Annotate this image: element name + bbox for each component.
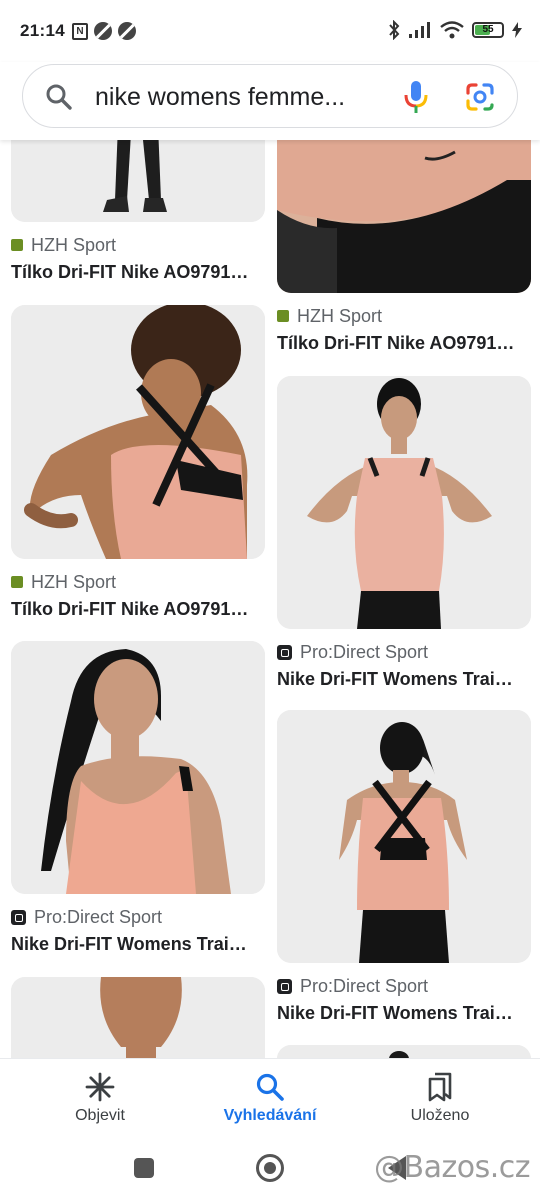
pro-direct-favicon [11, 909, 26, 925]
result-thumbnail[interactable] [277, 140, 531, 293]
result-title[interactable]: Nike Dri-FIT Womens Trai… [277, 669, 531, 690]
wifi-icon [440, 21, 464, 39]
result-title[interactable]: Tílko Dri-FIT Nike AO9791… [11, 599, 265, 620]
result-title[interactable]: Nike Dri-FIT Womens Trai… [277, 1003, 531, 1024]
bottom-nav: Objevit Vyhledávání Uloženo [0, 1058, 540, 1138]
result-title[interactable]: Tílko Dri-FIT Nike AO9791… [11, 262, 265, 283]
hzh-favicon [11, 239, 23, 251]
result-source: Pro:Direct Sport [11, 906, 265, 928]
dnd-icon [118, 22, 136, 40]
nav-label: Uloženo [410, 1107, 470, 1124]
product-image [11, 140, 265, 222]
source-name: HZH Sport [31, 234, 117, 255]
search-input[interactable]: nike womens femme... [95, 83, 395, 112]
nav-search[interactable]: Vyhledávání [180, 1059, 360, 1139]
system-nav-bar: @Bazos.cz [0, 1138, 540, 1200]
result-source: Pro:Direct Sport [277, 975, 531, 997]
pro-direct-favicon [277, 978, 292, 994]
result-thumbnail[interactable] [277, 710, 531, 963]
status-notification-icons: N [72, 22, 136, 40]
result-source: HZH Sport [11, 234, 265, 256]
result-card[interactable]: HZH Sport Tílko Dri-FIT Nike AO9791… [11, 305, 265, 620]
result-thumbnail[interactable] [11, 977, 265, 1058]
result-thumbnail[interactable] [11, 305, 265, 559]
result-thumbnail[interactable] [11, 140, 265, 222]
google-lens-icon[interactable] [465, 82, 495, 112]
source-name: HZH Sport [297, 305, 383, 326]
nav-label: Objevit [75, 1107, 125, 1124]
nfc-icon: N [72, 22, 88, 40]
watermark: @Bazos.cz [374, 1150, 530, 1185]
nav-saved[interactable]: Uloženo [350, 1059, 530, 1139]
product-image [277, 140, 531, 293]
result-thumbnail[interactable] [277, 376, 531, 629]
product-image [277, 710, 531, 963]
result-title[interactable]: Nike Dri-FIT Womens Trai… [11, 934, 265, 955]
search-header: nike womens femme... [0, 62, 540, 140]
result-source: HZH Sport [277, 305, 531, 327]
result-card[interactable]: Pro:Direct Sport Nike Dri-FIT Womens Tra… [11, 641, 265, 955]
source-name: Pro:Direct Sport [300, 641, 429, 662]
status-system-icons: 55 [388, 20, 522, 40]
result-card[interactable] [277, 1045, 531, 1058]
product-image [11, 305, 265, 559]
bluetooth-icon [389, 20, 400, 40]
asterisk-icon [85, 1072, 115, 1102]
search-bar[interactable]: nike womens femme... [22, 64, 518, 128]
result-card[interactable]: Pro:Direct Sport Nike Dri-FIT Womens Tra… [277, 376, 531, 690]
result-title[interactable]: Tílko Dri-FIT Nike AO9791… [277, 333, 531, 354]
mic-icon[interactable] [401, 80, 431, 114]
dnd-icon [94, 22, 112, 40]
result-thumbnail[interactable] [277, 1045, 531, 1058]
result-card[interactable]: HZH Sport Tílko Dri-FIT Nike AO9791… [11, 140, 265, 283]
source-name: Pro:Direct Sport [34, 906, 163, 927]
battery-icon: 55 [472, 22, 504, 38]
home-button[interactable] [256, 1154, 284, 1182]
result-card[interactable]: HZH Sport Tílko Dri-FIT Nike AO9791… [277, 140, 531, 354]
status-time: 21:14 [20, 21, 65, 40]
charging-icon [512, 22, 522, 38]
hzh-favicon [11, 576, 23, 588]
source-name: Pro:Direct Sport [300, 975, 429, 996]
product-image [277, 376, 531, 629]
battery-level: 55 [482, 24, 494, 35]
product-image [11, 641, 265, 894]
status-bar: 21:14 N 55 [0, 0, 540, 62]
product-image [11, 977, 265, 1058]
product-image [277, 1045, 531, 1058]
signal-icon [409, 22, 430, 38]
result-card[interactable] [11, 977, 265, 1058]
result-source: HZH Sport [11, 571, 265, 593]
result-source: Pro:Direct Sport [277, 641, 531, 663]
search-icon[interactable] [45, 83, 73, 111]
hzh-favicon [277, 310, 289, 322]
image-results-grid: HZH Sport Tílko Dri-FIT Nike AO9791… HZH… [0, 140, 540, 1058]
source-name: HZH Sport [31, 571, 117, 592]
result-thumbnail[interactable] [11, 641, 265, 894]
recents-button[interactable] [134, 1158, 154, 1178]
result-card[interactable]: Pro:Direct Sport Nike Dri-FIT Womens Tra… [277, 710, 531, 1024]
bookmarks-icon [428, 1072, 452, 1102]
pro-direct-favicon [277, 644, 292, 660]
nav-discover[interactable]: Objevit [10, 1059, 190, 1139]
search-icon [256, 1073, 284, 1101]
nav-label: Vyhledávání [223, 1107, 317, 1124]
